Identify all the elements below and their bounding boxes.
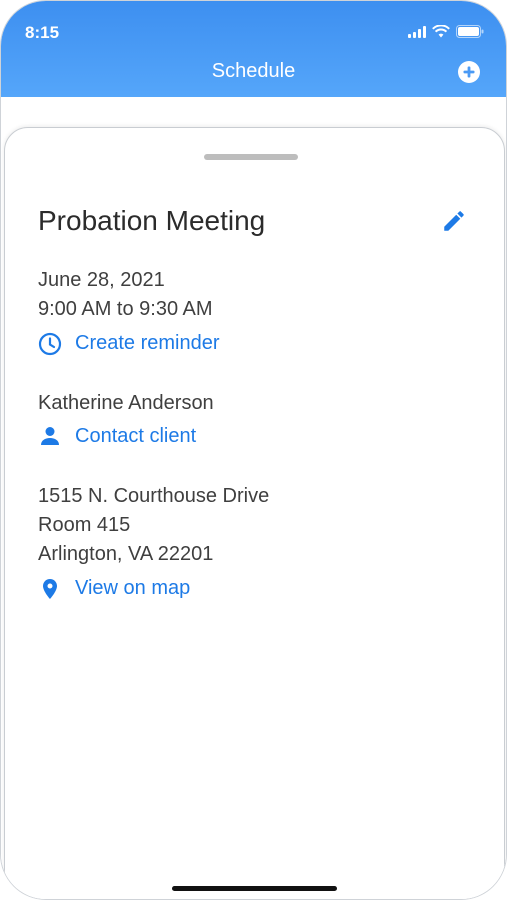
phone-frame: 8:15 Schedule Probation Meeting June 28,… xyxy=(0,0,507,900)
wifi-icon xyxy=(432,25,450,38)
view-on-map-link[interactable]: View on map xyxy=(75,577,190,600)
app-header: 8:15 Schedule xyxy=(1,1,506,97)
address-line-2: Room 415 xyxy=(38,514,131,536)
address-line-1: 1515 N. Courthouse Drive xyxy=(38,485,270,507)
battery-icon xyxy=(456,25,484,38)
event-time: 9:00 AM to 9:30 AM xyxy=(38,298,213,320)
person-icon xyxy=(41,427,59,445)
map-pin-icon xyxy=(43,579,57,599)
page-title: Schedule xyxy=(211,60,296,82)
status-icons xyxy=(408,25,484,38)
home-indicator[interactable] xyxy=(172,886,337,891)
contact-client-link[interactable]: Contact client xyxy=(75,425,196,448)
status-time: 8:15 xyxy=(25,23,60,42)
sheet-grabber[interactable] xyxy=(204,154,298,160)
edit-icon[interactable] xyxy=(441,208,467,234)
event-title: Probation Meeting xyxy=(38,205,266,236)
create-reminder-link[interactable]: Create reminder xyxy=(75,332,220,355)
event-date: June 28, 2021 xyxy=(38,269,165,291)
client-name: Katherine Anderson xyxy=(38,392,214,414)
clock-icon xyxy=(38,332,62,356)
add-button[interactable] xyxy=(458,61,480,83)
signal-icon xyxy=(408,26,426,38)
address-line-3: Arlington, VA 22201 xyxy=(38,543,214,565)
